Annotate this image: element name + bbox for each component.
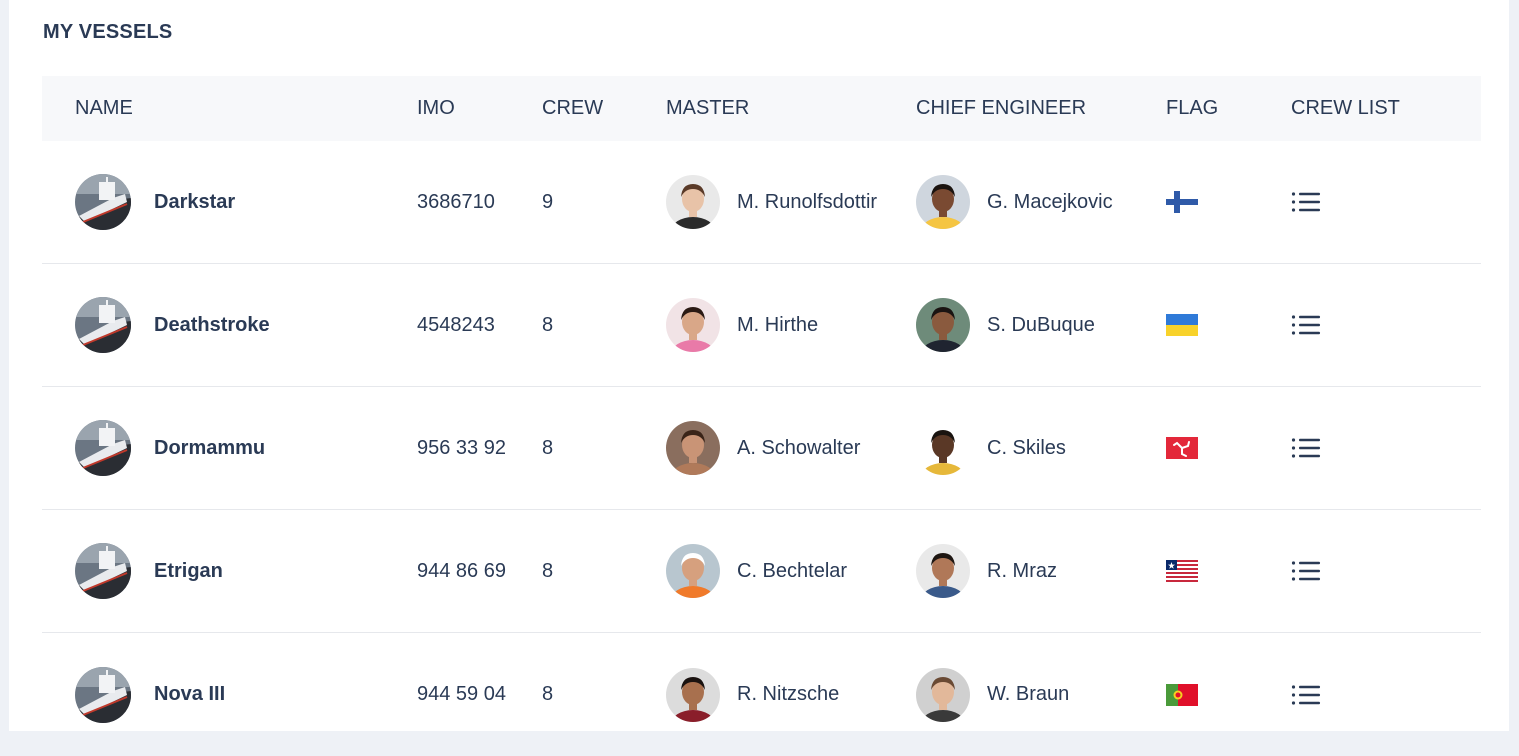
vessel-thumbnail (75, 666, 131, 723)
master-name: M. Runolfsdottir (737, 190, 878, 213)
vessel-row[interactable]: Etrigan 944 86 69 8 C. Bechtelar R. Mraz (42, 510, 1481, 633)
flag-cell (1166, 191, 1291, 213)
table-body: Darkstar 3686710 9 M. Runolfsdottir G. M… (42, 141, 1481, 756)
vessels-table: NAME IMO CREW MASTER CHIEF ENGINEER FLAG… (42, 76, 1481, 756)
vessel-name[interactable]: Etrigan (154, 560, 223, 583)
table-header: NAME IMO CREW MASTER CHIEF ENGINEER FLAG… (42, 76, 1481, 141)
name-cell: Darkstar (42, 174, 417, 230)
name-cell: Dormammu (42, 420, 417, 476)
header-crew-list: CREW LIST (1291, 97, 1400, 119)
imo-cell: 4548243 (417, 313, 495, 336)
vessel-thumbnail (75, 420, 131, 476)
chief-engineer-avatar[interactable] (916, 667, 970, 722)
vessels-card: MY VESSELS NAME IMO CREW MASTER CHIEF EN… (9, 0, 1514, 731)
master-avatar[interactable] (666, 298, 720, 352)
finland-flag-icon (1166, 191, 1198, 213)
vessel-row[interactable]: Nova III 944 59 04 8 R. Nitzsche W. Brau… (42, 633, 1481, 756)
flag-cell (1166, 437, 1291, 459)
master-cell: A. Schowalter (666, 421, 916, 475)
master-cell: M. Hirthe (666, 298, 916, 352)
vessel-row[interactable]: Darkstar 3686710 9 M. Runolfsdottir G. M… (42, 141, 1481, 264)
list-icon[interactable] (1291, 684, 1321, 706)
imo-cell: 956 33 92 (417, 436, 506, 459)
flag-cell (1166, 560, 1291, 582)
header-chief-engineer[interactable]: CHIEF ENGINEER (916, 97, 1166, 120)
vessel-name[interactable]: Darkstar (154, 191, 235, 214)
chief-engineer-name: C. Skiles (987, 436, 1066, 459)
master-name: M. Hirthe (737, 313, 819, 336)
header-flag[interactable]: FLAG (1166, 97, 1291, 120)
chief-engineer-avatar[interactable] (916, 421, 970, 475)
header-name[interactable]: NAME (42, 97, 417, 120)
vessel-row[interactable]: Dormammu 956 33 92 8 A. Schowalter C. Sk… (42, 387, 1481, 510)
chief-engineer-avatar[interactable] (916, 544, 970, 598)
vessel-name[interactable]: Nova III (154, 683, 225, 706)
chief-engineer-cell: R. Mraz (916, 544, 1166, 598)
name-cell: Deathstroke (42, 297, 417, 353)
chief-engineer-cell: G. Macejkovic (916, 175, 1166, 229)
chief-engineer-name: G. Macejkovic (987, 190, 1113, 213)
name-cell: Nova III (42, 666, 417, 723)
vessel-thumbnail (75, 174, 131, 230)
vessel-thumbnail (75, 543, 131, 599)
crew-count-cell: 8 (542, 436, 554, 459)
header-master[interactable]: MASTER (666, 97, 916, 120)
chief-engineer-avatar[interactable] (916, 175, 970, 229)
crew-list-cell (1291, 191, 1441, 213)
imo-cell: 944 59 04 (417, 683, 506, 705)
vessel-name[interactable]: Dormammu (154, 437, 265, 460)
crew-list-cell (1291, 684, 1441, 706)
imo-cell: 3686710 (417, 190, 495, 213)
chief-engineer-name: S. DuBuque (987, 313, 1095, 336)
crew-list-cell (1291, 437, 1441, 459)
master-avatar[interactable] (666, 175, 720, 229)
header-imo[interactable]: IMO (417, 97, 542, 120)
vessel-name[interactable]: Deathstroke (154, 314, 270, 337)
isle-of-man-flag-icon (1166, 437, 1198, 459)
master-name: R. Nitzsche (737, 683, 840, 705)
master-avatar[interactable] (666, 667, 720, 722)
flag-cell (1166, 683, 1291, 706)
master-name: C. Bechtelar (737, 559, 848, 582)
list-icon[interactable] (1291, 560, 1321, 582)
crew-count-cell: 9 (542, 190, 554, 213)
crew-count-cell: 8 (542, 683, 554, 705)
chief-engineer-cell: W. Braun (916, 667, 1166, 722)
master-cell: R. Nitzsche (666, 667, 916, 722)
list-icon[interactable] (1291, 437, 1321, 459)
chief-engineer-name: W. Braun (987, 683, 1070, 705)
scrollbar-track[interactable] (1509, 0, 1514, 731)
chief-engineer-name: R. Mraz (987, 559, 1057, 582)
master-cell: C. Bechtelar (666, 544, 916, 598)
list-icon[interactable] (1291, 191, 1321, 213)
master-avatar[interactable] (666, 544, 720, 598)
master-name: A. Schowalter (737, 436, 861, 459)
vessel-row[interactable]: Deathstroke 4548243 8 M. Hirthe S. DuBuq… (42, 264, 1481, 387)
master-cell: M. Runolfsdottir (666, 175, 916, 229)
page-title: MY VESSELS (43, 21, 173, 43)
flag-cell (1166, 314, 1291, 336)
chief-engineer-cell: C. Skiles (916, 421, 1166, 475)
crew-list-cell (1291, 314, 1441, 336)
header-crew[interactable]: CREW (542, 97, 666, 120)
list-icon[interactable] (1291, 314, 1321, 336)
chief-engineer-avatar[interactable] (916, 298, 970, 352)
name-cell: Etrigan (42, 543, 417, 599)
crew-count-cell: 8 (542, 559, 554, 582)
imo-cell: 944 86 69 (417, 559, 506, 582)
vessel-thumbnail (75, 297, 131, 353)
master-avatar[interactable] (666, 421, 720, 475)
ukraine-flag-icon (1166, 314, 1198, 336)
portugal-flag-icon (1166, 683, 1198, 706)
chief-engineer-cell: S. DuBuque (916, 298, 1166, 352)
liberia-flag-icon (1166, 560, 1198, 582)
crew-count-cell: 8 (542, 313, 554, 336)
crew-list-cell (1291, 560, 1441, 582)
